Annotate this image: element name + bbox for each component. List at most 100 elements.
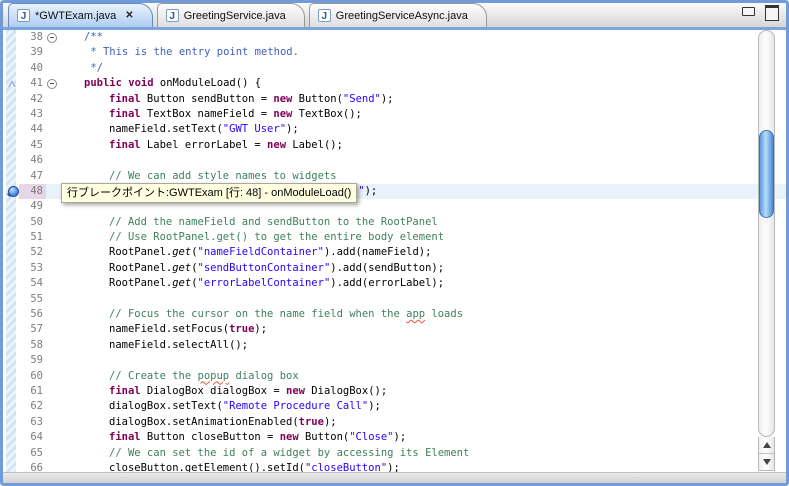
folding-ruler-cell[interactable] [46, 446, 58, 461]
folding-ruler-cell[interactable] [46, 369, 58, 384]
folding-ruler-cell[interactable] [46, 322, 58, 337]
annotation-ruler-cell[interactable] [6, 446, 19, 461]
code-line[interactable]: 50 // Add the nameField and sendButton to… [6, 215, 786, 230]
folding-ruler-cell[interactable] [46, 76, 58, 91]
editor-tab-greetingservicejava[interactable]: JGreetingService.java [157, 3, 305, 27]
code-text[interactable]: // We can set the id of a widget by acce… [58, 446, 786, 461]
code-line[interactable]: 54RootPanel.get("errorLabelContainer").a… [6, 276, 786, 291]
code-text[interactable]: final Label errorLabel = new Label(); [58, 138, 786, 153]
line-number[interactable]: 43 [19, 107, 46, 122]
code-line[interactable]: 42final Button sendButton = new Button("… [6, 92, 786, 107]
annotation-ruler-cell[interactable] [6, 338, 19, 353]
minimize-icon[interactable] [742, 7, 755, 16]
code-text[interactable]: RootPanel.get("sendButtonContainer").add… [58, 261, 786, 276]
folding-ruler-cell[interactable] [46, 230, 58, 245]
code-text[interactable]: // Focus the cursor on the name field wh… [58, 307, 786, 322]
code-line[interactable]: 45 final Label errorLabel = new Label(); [6, 138, 786, 153]
folding-ruler-cell[interactable] [46, 384, 58, 399]
annotation-ruler-cell[interactable] [6, 92, 19, 107]
horizontal-scrollbar-track[interactable] [3, 472, 786, 483]
annotation-ruler-cell[interactable] [6, 245, 19, 260]
folding-ruler-cell[interactable] [46, 30, 58, 45]
annotation-ruler-cell[interactable] [6, 153, 19, 168]
scrollbar-thumb[interactable] [759, 130, 774, 218]
folding-ruler-cell[interactable] [46, 245, 58, 260]
code-line[interactable]: 51// Use RootPanel.get() to get the enti… [6, 230, 786, 245]
folding-ruler-cell[interactable] [46, 292, 58, 307]
scroll-down-icon[interactable] [763, 459, 771, 465]
breakpoint-icon[interactable] [8, 186, 19, 197]
line-number[interactable]: 45 [19, 138, 46, 153]
annotation-ruler-cell[interactable] [6, 76, 19, 91]
code-line[interactable]: 47// We can add style names to widgets [6, 169, 786, 184]
folding-ruler-cell[interactable] [46, 61, 58, 76]
folding-ruler-cell[interactable] [46, 415, 58, 430]
annotation-ruler-cell[interactable] [6, 169, 19, 184]
line-number[interactable]: 48 [19, 184, 46, 199]
code-line[interactable]: 64 final Button closeButton = new Button(… [6, 430, 786, 445]
annotation-ruler-cell[interactable] [6, 415, 19, 430]
code-line[interactable]: 52 RootPanel.get("nameFieldContainer").ad… [6, 245, 786, 260]
code-line[interactable]: 63dialogBox.setAnimationEnabled(true); [6, 415, 786, 430]
editor-area[interactable]: 38/**39 * This is the entry point method… [3, 30, 786, 473]
line-number[interactable]: 38 [19, 30, 46, 45]
code-line[interactable]: 38/** [6, 30, 786, 45]
line-number[interactable]: 52 [19, 245, 46, 260]
annotation-ruler-cell[interactable] [6, 107, 19, 122]
folding-ruler-cell[interactable] [46, 261, 58, 276]
code-line[interactable]: 43final TextBox nameField = new TextBox(… [6, 107, 786, 122]
line-number[interactable]: 58 [19, 338, 46, 353]
folding-ruler-cell[interactable] [46, 92, 58, 107]
folding-ruler-cell[interactable] [46, 184, 58, 199]
code-line[interactable]: 44nameField.setText("GWT User"); [6, 122, 786, 137]
code-text[interactable]: RootPanel.get("nameFieldContainer").add(… [58, 245, 786, 260]
code-line[interactable]: 60// Create the popup dialog box [6, 369, 786, 384]
line-number[interactable]: 62 [19, 399, 46, 414]
annotation-ruler-cell[interactable] [6, 30, 19, 45]
folding-ruler-cell[interactable] [46, 138, 58, 153]
annotation-ruler-cell[interactable] [6, 230, 19, 245]
code-line[interactable]: 41 public void onModuleLoad() { [6, 76, 786, 91]
code-text[interactable]: final Button closeButton = new Button("C… [58, 430, 786, 445]
code-text[interactable]: // Add the nameField and sendButton to t… [58, 215, 786, 230]
code-line[interactable]: 39 * This is the entry point method. [6, 45, 786, 60]
line-number[interactable]: 50 [19, 215, 46, 230]
maximize-icon[interactable] [765, 5, 779, 21]
line-number[interactable]: 56 [19, 307, 46, 322]
annotation-ruler-cell[interactable] [6, 322, 19, 337]
code-line[interactable]: 40 */ [6, 61, 786, 76]
code-text[interactable]: dialogBox.setAnimationEnabled(true); [58, 415, 786, 430]
code-text[interactable]: nameField.setFocus(true); [58, 322, 786, 337]
line-number[interactable]: 65 [19, 446, 46, 461]
annotation-ruler-cell[interactable] [6, 184, 19, 199]
line-number[interactable]: 51 [19, 230, 46, 245]
code-text[interactable]: 行ブレークポイント:GWTExam [行: 48] - onModuleLoad… [58, 184, 786, 199]
folding-ruler-cell[interactable] [46, 153, 58, 168]
line-number[interactable]: 55 [19, 292, 46, 307]
annotation-ruler-cell[interactable] [6, 199, 19, 214]
code-line[interactable]: 53RootPanel.get("sendButtonContainer").a… [6, 261, 786, 276]
code-text[interactable]: // Create the popup dialog box [58, 369, 786, 384]
code-text[interactable]: RootPanel.get("errorLabelContainer").add… [58, 276, 786, 291]
folding-ruler-cell[interactable] [46, 215, 58, 230]
vertical-scrollbar[interactable] [757, 30, 777, 473]
annotation-ruler-cell[interactable] [6, 307, 19, 322]
code-text[interactable]: nameField.selectAll(); [58, 338, 786, 353]
code-text[interactable]: // We can add style names to widgets [58, 169, 786, 184]
tab-close-icon[interactable]: ✕ [125, 10, 133, 21]
code-text[interactable]: final DialogBox dialogBox = new DialogBo… [58, 384, 786, 399]
annotation-ruler-cell[interactable] [6, 45, 19, 60]
code-text[interactable]: final Button sendButton = new Button("Se… [58, 92, 786, 107]
folding-ruler-cell[interactable] [46, 169, 58, 184]
annotation-ruler-cell[interactable] [6, 369, 19, 384]
code-line[interactable]: 48 行ブレークポイント:GWTExam [行: 48] - onModuleLo… [6, 184, 786, 199]
annotation-ruler-cell[interactable] [6, 353, 19, 368]
code-line[interactable]: 65 // We can set the id of a widget by ac… [6, 446, 786, 461]
code-line[interactable]: 61 final DialogBox dialogBox = new Dialog… [6, 384, 786, 399]
line-number[interactable]: 57 [19, 322, 46, 337]
code-text[interactable]: public void onModuleLoad() { [58, 76, 786, 91]
code-text[interactable] [58, 353, 786, 368]
line-number[interactable]: 41 [19, 76, 46, 91]
line-number[interactable]: 64 [19, 430, 46, 445]
line-number[interactable]: 61 [19, 384, 46, 399]
